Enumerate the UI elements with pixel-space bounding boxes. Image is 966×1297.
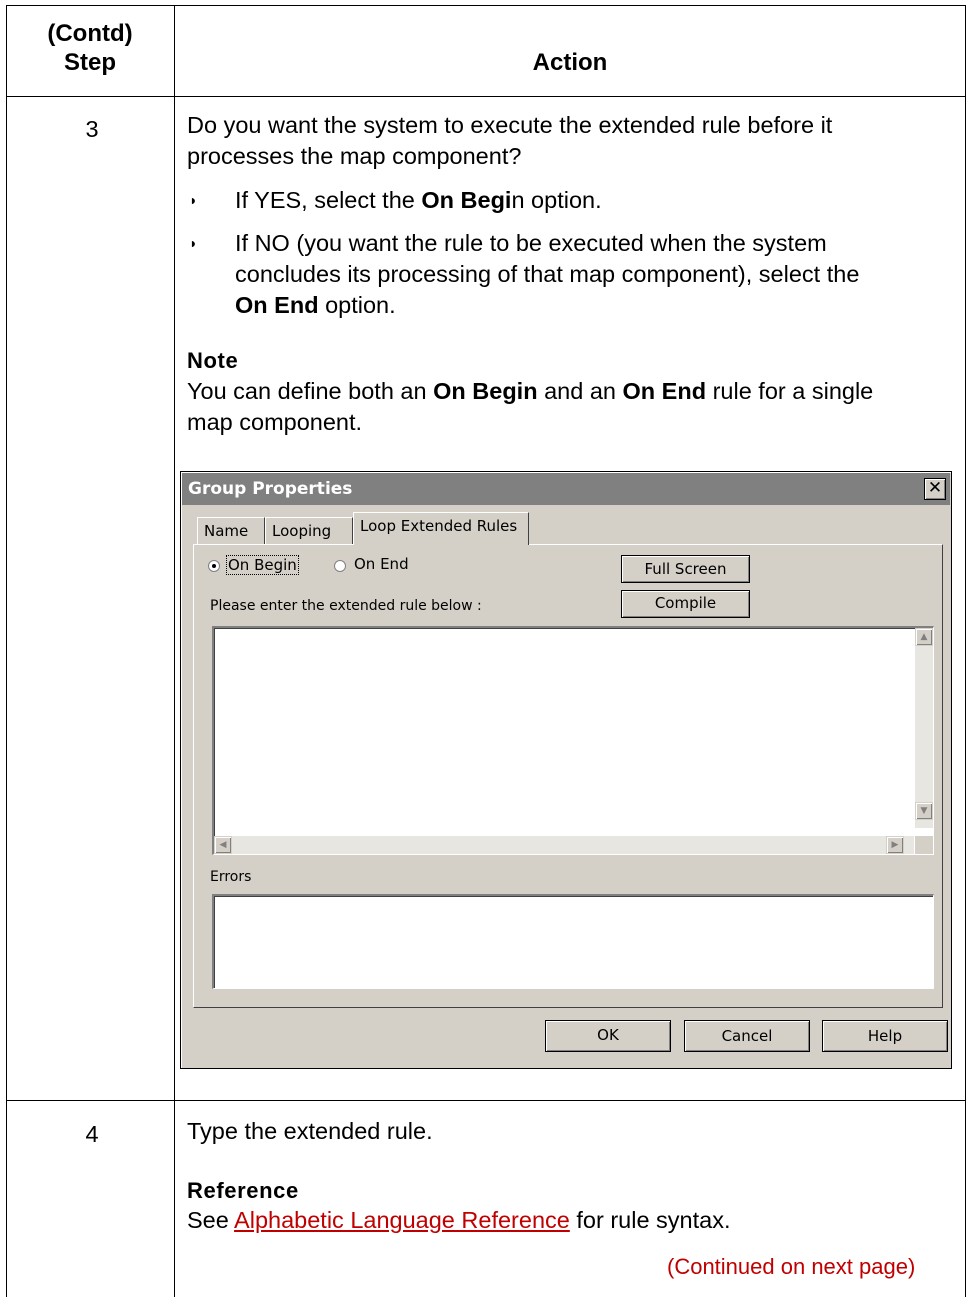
scroll-up-icon[interactable]: ▲ [915,628,933,646]
step-number: 4 [85,1121,99,1147]
question-line1: Do you want the system to execute the ex… [187,112,833,138]
vertical-scrollbar[interactable] [915,628,933,828]
group-properties-dialog: Group Properties ✕ Name Looping Loop Ext… [180,471,952,1069]
errors-text [214,896,933,904]
rule-prompt-label: Please enter the extended rule below : [210,598,482,614]
radio-on-begin[interactable] [208,560,220,572]
step-4-text: Type the extended rule. [187,1118,433,1144]
horizontal-scrollbar[interactable] [214,836,914,854]
step-header-line1: (Contd) [47,20,133,47]
action-column-header: Action [532,49,608,76]
full-screen-button[interactable]: Full Screen [621,555,750,583]
question-line2: processes the map component? [187,143,522,169]
bullet-icon: ◗ [189,235,198,251]
alphabetic-language-reference-link[interactable]: Alphabetic Language Reference [234,1207,570,1233]
tab-looping[interactable]: Looping [265,517,353,545]
scroll-corner [915,836,933,854]
scroll-left-icon[interactable]: ◀ [214,836,232,854]
extended-rule-text [214,628,933,636]
radio-on-end[interactable] [334,560,346,572]
header-divider [6,96,966,97]
bullet-no: If NO (you want the rule to be executed … [235,230,860,318]
tab-name[interactable]: Name [197,517,265,545]
tab-loop-extended-rules[interactable]: Loop Extended Rules [353,512,529,545]
bullet-icon: ◗ [189,192,198,208]
radio-on-begin-label[interactable]: On Begin [226,555,299,575]
tab-panel: On Begin On End Full Screen Compile Plea… [193,544,943,1008]
column-divider [174,5,175,1297]
note-heading: Note [187,348,239,373]
step-number: 3 [85,116,99,142]
step-header-line2: Step [63,49,116,76]
dialog-title: Group Properties [188,479,353,499]
errors-box [212,894,934,989]
extended-rule-editor[interactable]: ▲ ▼ ◀ ▶ [212,626,934,855]
step-question: Do you want the system to execute the ex… [187,110,832,172]
cancel-button[interactable]: Cancel [684,1020,810,1052]
step-column-header: (Contd) Step [6,19,174,77]
help-button[interactable]: Help [822,1020,948,1052]
row-divider [6,1100,966,1101]
note-text: You can define both an On Begin and an O… [187,378,874,435]
bullet-yes: If YES, select the On Begin option. [235,187,602,213]
reference-text: See Alphabetic Language Reference for ru… [187,1207,731,1233]
close-icon[interactable]: ✕ [924,478,946,500]
scroll-down-icon[interactable]: ▼ [915,802,933,820]
scroll-right-icon[interactable]: ▶ [886,836,904,854]
ok-button[interactable]: OK [545,1020,671,1052]
radio-on-end-label[interactable]: On End [354,555,409,573]
tab-strip: Name Looping Loop Extended Rules [197,512,937,545]
dialog-titlebar: Group Properties ✕ [182,473,950,505]
reference-heading: Reference [187,1178,299,1203]
compile-button[interactable]: Compile [621,590,750,618]
continued-note: (Continued on next page) [667,1254,916,1279]
errors-label: Errors [210,869,252,885]
